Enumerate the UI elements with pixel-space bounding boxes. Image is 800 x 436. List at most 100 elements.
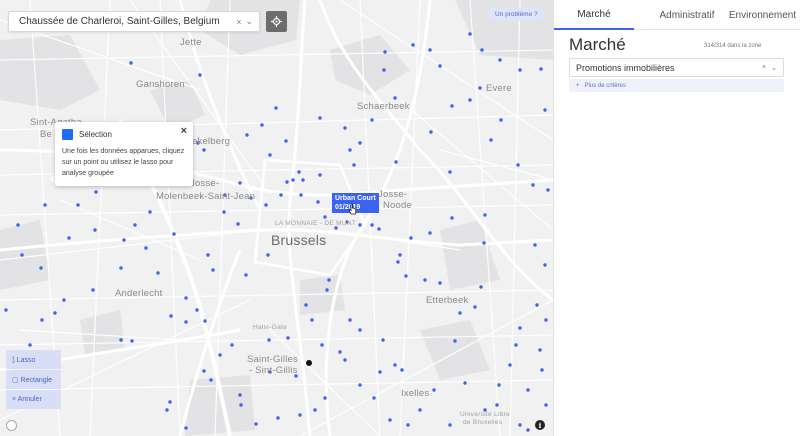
- market-marker[interactable]: [400, 368, 404, 372]
- market-marker[interactable]: [206, 253, 210, 257]
- market-marker[interactable]: [518, 326, 522, 330]
- market-marker[interactable]: [310, 318, 314, 322]
- market-marker[interactable]: [480, 48, 484, 52]
- market-marker[interactable]: [382, 68, 386, 72]
- market-marker[interactable]: [458, 311, 462, 315]
- market-marker[interactable]: [184, 426, 188, 430]
- market-marker[interactable]: [93, 228, 97, 232]
- market-marker[interactable]: [266, 253, 270, 257]
- market-marker[interactable]: [372, 396, 376, 400]
- market-marker[interactable]: [358, 141, 362, 145]
- market-marker[interactable]: [284, 139, 288, 143]
- market-marker[interactable]: [130, 339, 134, 343]
- market-marker[interactable]: [43, 203, 47, 207]
- market-marker[interactable]: [450, 104, 454, 108]
- market-marker[interactable]: [316, 200, 320, 204]
- market-marker[interactable]: [543, 263, 547, 267]
- more-criteria-toggle[interactable]: + Plus de critères: [569, 79, 784, 92]
- market-marker[interactable]: [526, 428, 530, 432]
- market-marker[interactable]: [450, 216, 454, 220]
- market-marker[interactable]: [222, 210, 226, 214]
- market-marker[interactable]: [327, 278, 331, 282]
- market-marker[interactable]: [318, 116, 322, 120]
- market-marker[interactable]: [483, 213, 487, 217]
- market-marker[interactable]: [432, 388, 436, 392]
- market-marker[interactable]: [538, 348, 542, 352]
- info-icon[interactable]: i: [535, 420, 545, 430]
- cancel-button[interactable]: × Annuler: [6, 390, 61, 409]
- market-marker[interactable]: [323, 396, 327, 400]
- market-marker[interactable]: [53, 311, 57, 315]
- market-marker[interactable]: [358, 328, 362, 332]
- market-marker[interactable]: [301, 178, 305, 182]
- market-marker[interactable]: [172, 232, 176, 236]
- chevron-down-icon[interactable]: ⌄: [245, 16, 253, 27]
- market-marker[interactable]: [144, 246, 148, 250]
- market-marker[interactable]: [544, 318, 548, 322]
- market-marker[interactable]: [211, 268, 215, 272]
- market-marker[interactable]: [238, 181, 242, 185]
- chevron-down-icon[interactable]: ⌄: [771, 64, 777, 72]
- market-marker[interactable]: [531, 183, 535, 187]
- market-marker[interactable]: [448, 423, 452, 427]
- market-marker[interactable]: [370, 223, 374, 227]
- market-marker[interactable]: [411, 43, 415, 47]
- market-marker[interactable]: [388, 418, 392, 422]
- market-marker[interactable]: [393, 363, 397, 367]
- market-marker[interactable]: [453, 339, 457, 343]
- market-marker[interactable]: [16, 223, 20, 227]
- market-marker[interactable]: [377, 227, 381, 231]
- market-marker[interactable]: [358, 383, 362, 387]
- market-marker[interactable]: [239, 403, 243, 407]
- market-marker[interactable]: [264, 203, 268, 207]
- market-marker[interactable]: [298, 413, 302, 417]
- market-marker[interactable]: [423, 278, 427, 282]
- market-marker[interactable]: [274, 106, 278, 110]
- market-marker[interactable]: [498, 58, 502, 62]
- market-marker[interactable]: [133, 223, 137, 227]
- market-marker[interactable]: [508, 363, 512, 367]
- market-marker[interactable]: [438, 281, 442, 285]
- market-marker[interactable]: [254, 422, 258, 426]
- market-marker[interactable]: [482, 241, 486, 245]
- market-marker[interactable]: [544, 403, 548, 407]
- market-marker[interactable]: [76, 203, 80, 207]
- market-marker[interactable]: [260, 123, 264, 127]
- market-marker[interactable]: [20, 253, 24, 257]
- market-marker[interactable]: [404, 274, 408, 278]
- market-marker[interactable]: [352, 163, 356, 167]
- market-marker[interactable]: [236, 222, 240, 226]
- market-marker[interactable]: [409, 236, 413, 240]
- market-marker[interactable]: [91, 288, 95, 292]
- market-marker[interactable]: [358, 223, 362, 227]
- market-marker[interactable]: [62, 298, 66, 302]
- market-marker[interactable]: [4, 308, 8, 312]
- tab-marche[interactable]: Marché: [554, 0, 634, 30]
- market-marker[interactable]: [489, 138, 493, 142]
- market-marker[interactable]: [396, 260, 400, 264]
- market-marker[interactable]: [325, 288, 329, 292]
- market-marker[interactable]: [203, 319, 207, 323]
- market-marker[interactable]: [168, 400, 172, 404]
- market-marker[interactable]: [320, 343, 324, 347]
- market-marker[interactable]: [543, 108, 547, 112]
- market-marker[interactable]: [348, 148, 352, 152]
- market-marker[interactable]: [518, 68, 522, 72]
- rectangle-button[interactable]: ▢ Rectangle: [6, 370, 61, 389]
- market-marker[interactable]: [28, 343, 32, 347]
- market-marker[interactable]: [40, 318, 44, 322]
- market-marker[interactable]: [468, 32, 472, 36]
- market-marker[interactable]: [448, 170, 452, 174]
- market-marker[interactable]: [39, 266, 43, 270]
- market-marker[interactable]: [539, 67, 543, 71]
- market-marker[interactable]: [370, 118, 374, 122]
- market-marker[interactable]: [122, 238, 126, 242]
- market-marker[interactable]: [473, 305, 477, 309]
- market-marker[interactable]: [195, 308, 199, 312]
- market-marker[interactable]: [245, 133, 249, 137]
- market-marker[interactable]: [546, 188, 550, 192]
- market-marker[interactable]: [429, 130, 433, 134]
- market-marker[interactable]: [478, 86, 482, 90]
- clear-search-icon[interactable]: ×: [236, 17, 241, 27]
- market-marker[interactable]: [94, 190, 98, 194]
